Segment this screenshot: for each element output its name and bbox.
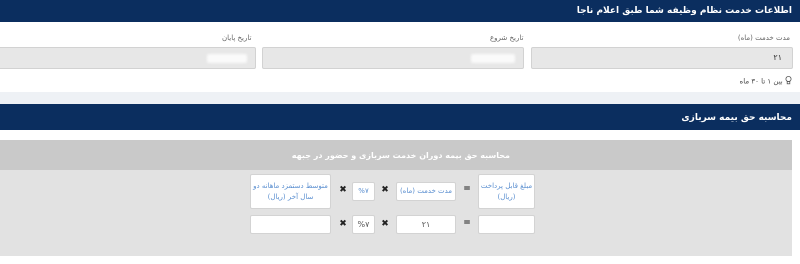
service-info-header: اطلاعات خدمت نظام وظیفه شما طبق اعلام نا… bbox=[0, 0, 800, 22]
payable-label: مبلغ قابل پرداخت (ریال) bbox=[480, 181, 533, 201]
duration-formula-label: مدت خدمت (ماه) bbox=[399, 187, 453, 195]
duration-hint: بین ۱ تا ۳۰ ماه bbox=[704, 76, 792, 87]
calc-panel-header: محاسبه حق بیمه دوران خدمت سربازی و حضور … bbox=[0, 140, 792, 170]
duration-hint-text: بین ۱ تا ۳۰ ماه bbox=[739, 77, 783, 86]
percent-label: %۷ bbox=[358, 187, 369, 195]
service-info-card: اطلاعات خدمت نظام وظیفه شما طبق اعلام نا… bbox=[0, 0, 800, 92]
multiply-sign-3: ✖ bbox=[381, 219, 389, 229]
end-date-redacted bbox=[207, 54, 247, 63]
multiply-sign-1: ✖ bbox=[381, 185, 389, 195]
payable-input[interactable] bbox=[478, 215, 535, 234]
equals-sign-2: = bbox=[463, 218, 471, 228]
calc-card: محاسبه حق بیمه سربازی محاسبه حق بیمه دور… bbox=[0, 104, 800, 264]
start-date-label: تاریخ شروع bbox=[490, 34, 524, 42]
payable-label-box: مبلغ قابل پرداخت (ریال) bbox=[478, 174, 535, 209]
service-info-title: اطلاعات خدمت نظام وظیفه شما طبق اعلام نا… bbox=[576, 6, 792, 16]
average-label-box: متوسط دستمزد ماهانه دو سال آخر (ریال) bbox=[250, 174, 331, 209]
lightbulb-icon bbox=[785, 76, 792, 87]
equals-sign: = bbox=[463, 184, 471, 194]
percent-input: %۷ bbox=[352, 215, 375, 234]
calc-panel-title: محاسبه حق بیمه دوران خدمت سربازی و حضور … bbox=[291, 151, 510, 160]
start-date-field[interactable] bbox=[262, 47, 524, 69]
duration-field[interactable]: ۲۱ bbox=[531, 47, 793, 69]
calc-header: محاسبه حق بیمه سربازی bbox=[0, 104, 800, 130]
average-input[interactable] bbox=[250, 215, 331, 234]
duration-value: ۲۱ bbox=[773, 53, 782, 62]
duration-label-box: مدت خدمت (ماه) bbox=[396, 182, 456, 201]
calc-title: محاسبه حق بیمه سربازی bbox=[681, 113, 792, 123]
percent-label-box: %۷ bbox=[352, 182, 375, 201]
average-label: متوسط دستمزد ماهانه دو سال آخر (ریال) bbox=[253, 181, 328, 201]
end-date-field[interactable] bbox=[0, 47, 256, 69]
duration-input[interactable]: ۲۱ bbox=[396, 215, 456, 234]
multiply-sign-2: ✖ bbox=[339, 185, 347, 195]
duration-label: مدت خدمت (ماه) bbox=[737, 34, 790, 42]
multiply-sign-4: ✖ bbox=[339, 219, 347, 229]
end-date-label: تاریخ پایان bbox=[222, 34, 252, 42]
start-date-redacted bbox=[471, 54, 515, 63]
